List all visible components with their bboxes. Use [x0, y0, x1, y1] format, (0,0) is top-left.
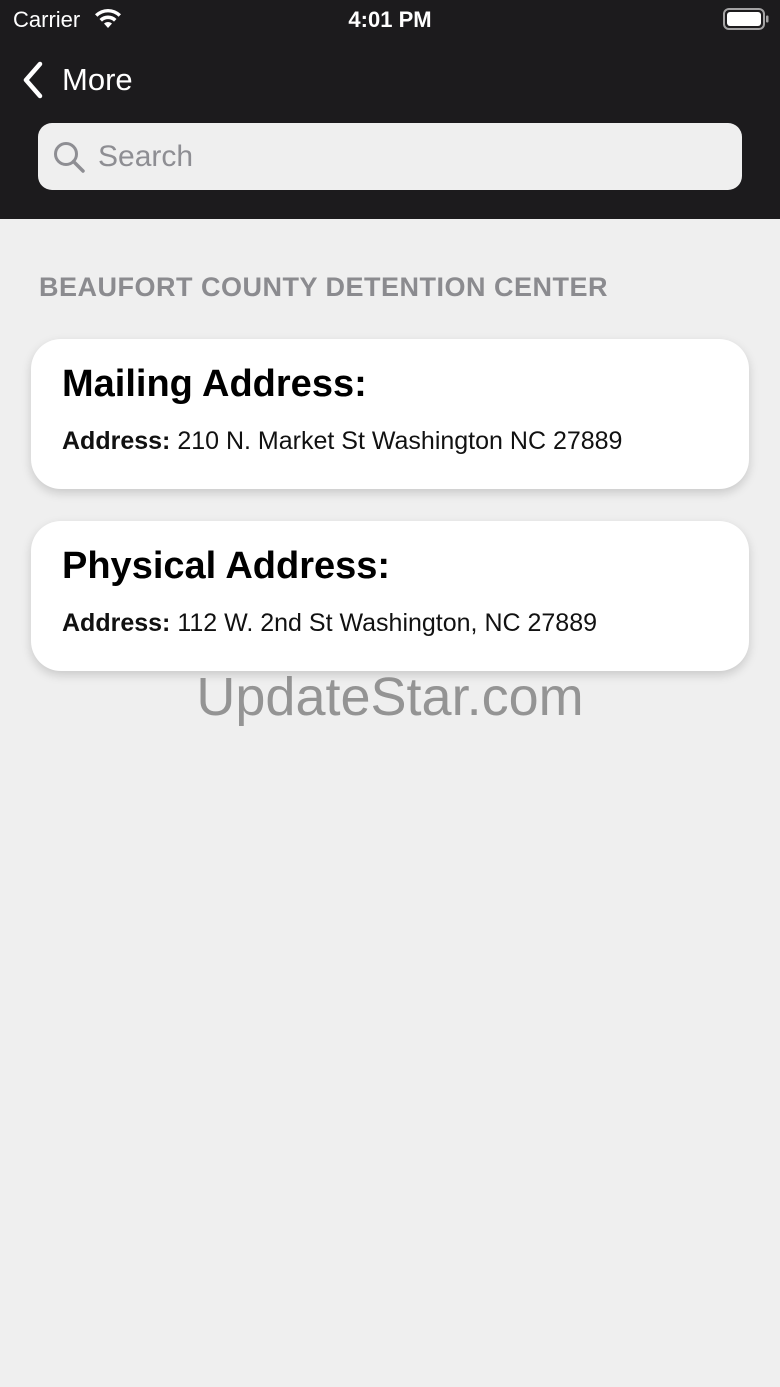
chevron-left-icon: [23, 61, 43, 99]
address-label: Address:: [62, 609, 171, 637]
watermark: UpdateStar.com: [196, 667, 584, 727]
battery-icon: [723, 8, 769, 30]
section-header: BEAUFORT COUNTY DETENTION CENTER: [39, 272, 609, 302]
mailing-address-card[interactable]: Mailing Address: Address: 210 N. Market …: [31, 339, 749, 489]
address-label: Address:: [62, 427, 171, 455]
navigation-header: Carrier 4:01 PM More: [0, 0, 780, 219]
address-value: 112 W. 2nd St Washington, NC 27889: [177, 609, 598, 637]
card-title: Physical Address:: [62, 545, 391, 587]
address-line: Address: 210 N. Market St Washington NC …: [62, 425, 622, 457]
address-value: 210 N. Market St Washington NC 27889: [177, 427, 623, 455]
search-bar[interactable]: [38, 123, 742, 190]
back-button-label: More: [62, 62, 133, 97]
address-line: Address: 112 W. 2nd St Washington, NC 27…: [62, 607, 597, 639]
card-title: Mailing Address:: [62, 363, 367, 405]
back-button[interactable]: More: [20, 58, 133, 102]
status-time: 4:01 PM: [348, 7, 432, 32]
physical-address-card[interactable]: Physical Address: Address: 112 W. 2nd St…: [31, 521, 749, 671]
search-icon: [54, 141, 85, 173]
search-input[interactable]: [96, 138, 720, 175]
status-bar: Carrier 4:01 PM: [0, 0, 780, 40]
